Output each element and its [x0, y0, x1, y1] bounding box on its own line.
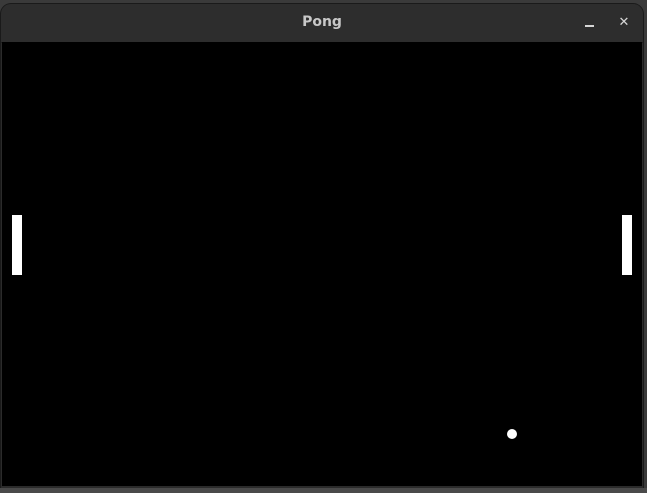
right-paddle	[622, 215, 632, 275]
minimize-icon	[585, 25, 594, 27]
minimize-button[interactable]	[579, 12, 601, 34]
close-button[interactable]: ✕	[613, 12, 635, 34]
window-title: Pong	[302, 14, 342, 30]
game-canvas[interactable]	[2, 42, 642, 486]
title-bar[interactable]: Pong ✕	[1, 4, 643, 43]
ball	[507, 429, 517, 439]
desktop-edge	[0, 488, 647, 493]
close-icon: ✕	[618, 15, 630, 30]
left-paddle	[12, 215, 22, 275]
app-window: Pong ✕	[1, 4, 643, 488]
